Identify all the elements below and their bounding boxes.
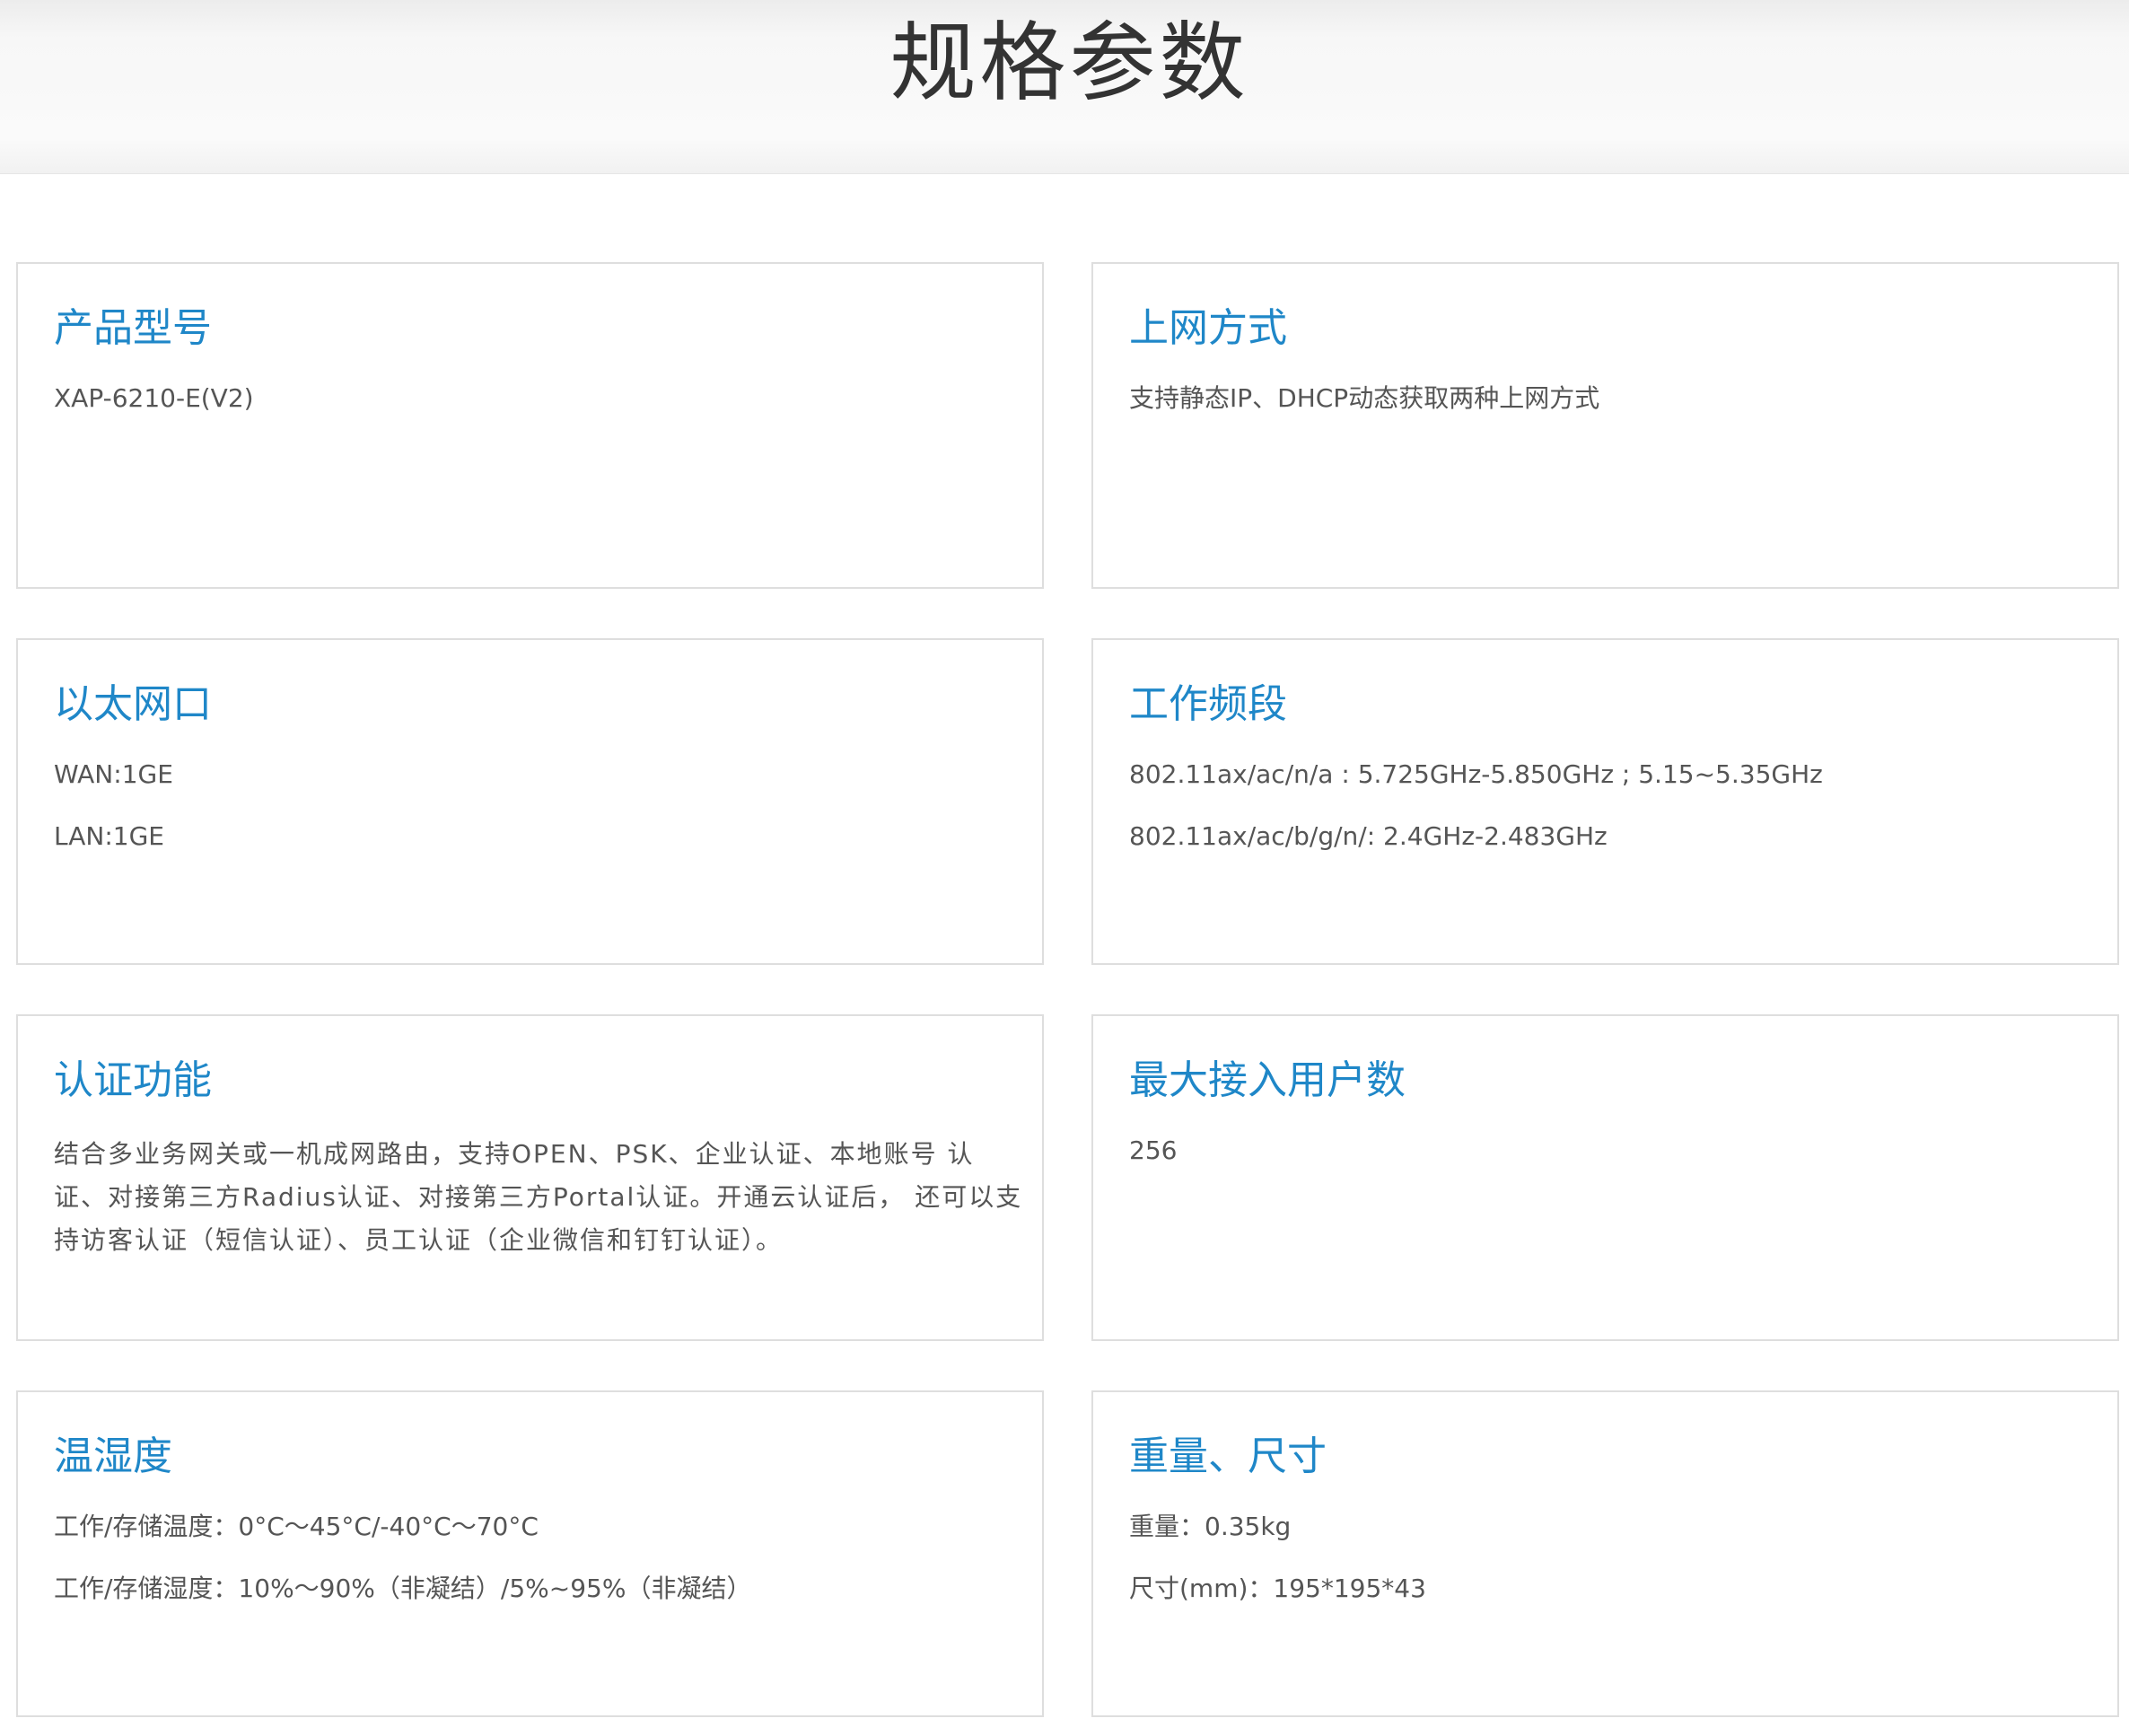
spec-card-title: 上网方式: [1129, 305, 1287, 351]
spec-card-frequency-bands: 工作频段 802.11ax/ac/n/a : 5.725GHz-5.850GHz…: [1091, 638, 2119, 965]
spec-card-values: WAN:1GE LAN:1GE: [54, 757, 1010, 881]
spec-value: 工作/存储湿度：10%～90%（非凝结）/5%~95%（非凝结）: [54, 1574, 752, 1603]
spec-value: 256: [1129, 1135, 1178, 1165]
spec-card-values: 工作/存储温度：0°C～45°C/-40°C～70°C 工作/存储湿度：10%～…: [54, 1509, 1010, 1633]
spec-value: 尺寸(mm)：195*195*43: [1129, 1574, 1426, 1603]
spec-card-title: 产品型号: [54, 305, 212, 351]
spec-card-values: 重量：0.35kg 尺寸(mm)：195*195*43: [1129, 1509, 2085, 1633]
spec-card-ethernet-ports: 以太网口 WAN:1GE LAN:1GE: [16, 638, 1044, 965]
spec-card-values: 802.11ax/ac/n/a : 5.725GHz-5.850GHz ; 5.…: [1129, 757, 2085, 881]
spec-card-authentication: 认证功能 结合多业务网关或一机成网路由，支持OPEN、PSK、企业认证、本地账号…: [16, 1014, 1044, 1341]
spec-value: LAN:1GE: [54, 821, 164, 851]
spec-value: 802.11ax/ac/b/g/n/: 2.4GHz-2.483GHz: [1129, 821, 1608, 851]
spec-card-title: 最大接入用户数: [1129, 1057, 1406, 1103]
spec-card-temperature-humidity: 温湿度 工作/存储温度：0°C～45°C/-40°C～70°C 工作/存储湿度：…: [16, 1390, 1044, 1717]
spec-card-values: XAP-6210-E(V2): [54, 381, 1010, 443]
spec-card-internet-mode: 上网方式 支持静态IP、DHCP动态获取两种上网方式: [1091, 262, 2119, 589]
spec-card-title: 重量、尺寸: [1129, 1434, 1327, 1479]
page-header: 规格参数: [0, 0, 2129, 174]
spec-card-title: 工作频段: [1129, 681, 1287, 727]
spec-card-title: 温湿度: [54, 1434, 172, 1479]
spec-card-values: 256: [1129, 1133, 2085, 1195]
spec-paragraph: 结合多业务网关或一机成网路由，支持OPEN、PSK、企业认证、本地账号 认证、对…: [54, 1139, 1023, 1255]
spec-value: 重量：0.35kg: [1129, 1512, 1292, 1541]
spec-card-max-users: 最大接入用户数 256: [1091, 1014, 2119, 1341]
spec-card-weight-size: 重量、尺寸 重量：0.35kg 尺寸(mm)：195*195*43: [1091, 1390, 2119, 1717]
spec-value: WAN:1GE: [54, 759, 173, 789]
spec-value: 802.11ax/ac/n/a : 5.725GHz-5.850GHz ; 5.…: [1129, 759, 1823, 789]
spec-card-title: 以太网口: [54, 681, 212, 727]
spec-card-product-model: 产品型号 XAP-6210-E(V2): [16, 262, 1044, 589]
spec-value: XAP-6210-E(V2): [54, 383, 254, 413]
page-title: 规格参数: [889, 13, 1249, 113]
spec-value: 工作/存储温度：0°C～45°C/-40°C～70°C: [54, 1512, 539, 1541]
spec-card-title: 认证功能: [54, 1057, 212, 1103]
spec-value: 支持静态IP、DHCP动态获取两种上网方式: [1129, 383, 1600, 413]
spec-card-values: 支持静态IP、DHCP动态获取两种上网方式: [1129, 381, 2085, 443]
